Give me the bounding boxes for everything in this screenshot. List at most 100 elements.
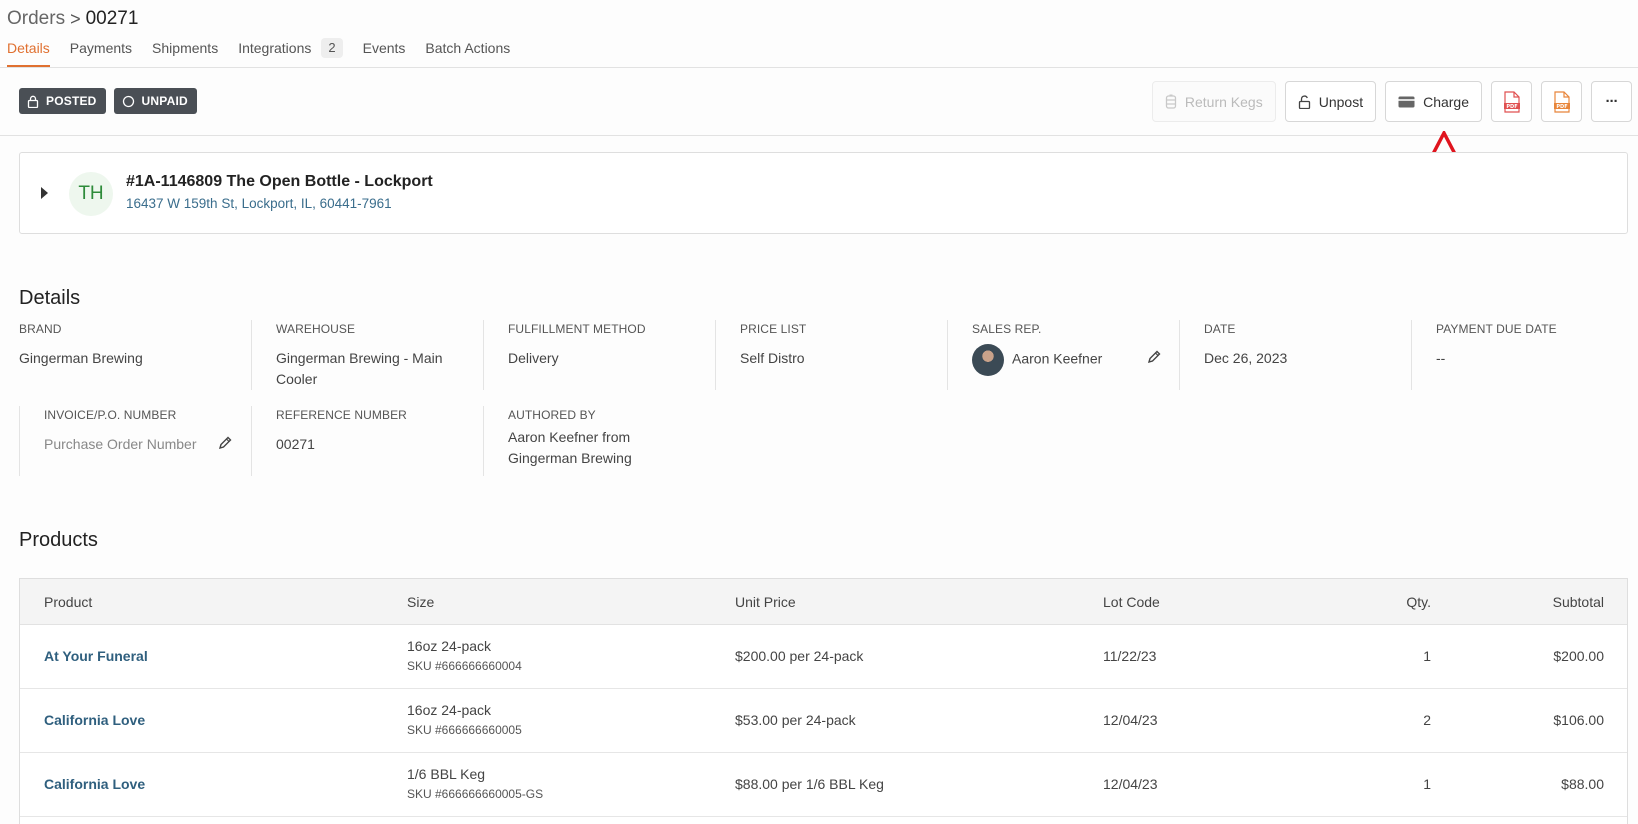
edit-pencil-icon[interactable] (1147, 350, 1161, 364)
field-value: Self Distro (740, 350, 805, 366)
button-label: Return Kegs (1184, 93, 1263, 110)
divider (19, 406, 20, 476)
fulfillment-method-field: FULFILLMENT METHOD Delivery (508, 322, 740, 369)
table-row[interactable]: California Love 1/6 BBL Keg SKU #6666666… (20, 753, 1627, 817)
tab-bar: Details Payments Shipments Integrations 2… (7, 38, 530, 67)
customer-card[interactable]: TH #1A-1146809 The Open Bottle - Lockpor… (19, 152, 1628, 234)
field-label: AUTHORED BY (508, 408, 596, 422)
charge-button[interactable]: Charge (1385, 81, 1482, 122)
field-value: 00271 (276, 436, 315, 452)
divider (483, 320, 484, 390)
keg-icon (1165, 94, 1177, 109)
edit-pencil-icon[interactable] (218, 436, 232, 450)
field-value: Aaron Keefner from Gingerman Brewing (508, 429, 632, 466)
unit-price: $200.00 per 24-pack (735, 648, 864, 664)
po-number-input[interactable]: Purchase Order Number (44, 434, 234, 455)
field-label: INVOICE/P.O. NUMBER (44, 408, 177, 422)
column-header-lot-code[interactable]: Lot Code (1103, 594, 1160, 610)
unlock-icon (1298, 94, 1310, 109)
divider (251, 320, 252, 390)
reference-number-field: REFERENCE NUMBER 00271 (276, 408, 508, 455)
tab-details[interactable]: Details (7, 40, 50, 67)
lot-code: 12/04/23 (1103, 776, 1158, 792)
table-header: Product Size Unit Price Lot Code Qty. Su… (20, 579, 1627, 625)
field-value: Dec 26, 2023 (1204, 350, 1288, 366)
button-label: Charge (1423, 93, 1469, 110)
unpost-button[interactable]: Unpost (1284, 81, 1377, 122)
more-icon: ··· (1605, 93, 1619, 110)
count-badge: 2 (321, 38, 343, 58)
svg-text:PDF: PDF (1556, 104, 1567, 110)
product-link[interactable]: California Love (44, 712, 145, 728)
breadcrumb-orders-link[interactable]: Orders (7, 8, 65, 30)
field-label: DATE (1204, 322, 1236, 336)
divider (1179, 320, 1180, 390)
product-link[interactable]: California Love (44, 776, 145, 792)
price-list-field: PRICE LIST Self Distro (740, 322, 972, 369)
divider (0, 67, 1638, 68)
subtotal: $106.00 (1553, 712, 1604, 728)
pdf-download-button[interactable]: PDF (1491, 81, 1532, 122)
customer-name: #1A-1146809 The Open Bottle - Lockport (126, 173, 433, 190)
date-field: DATE Dec 26, 2023 (1204, 322, 1436, 369)
divider (1411, 320, 1412, 390)
more-options-button[interactable]: ··· (1591, 81, 1632, 122)
pdf-export-button[interactable]: PDF (1541, 81, 1582, 122)
table-row[interactable]: California Love 16oz 24-pack SKU #666666… (20, 689, 1627, 753)
field-label: PRICE LIST (740, 322, 807, 336)
table-row[interactable]: At Your Funeral 16oz 24-pack SKU #666666… (20, 625, 1627, 689)
quantity: 1 (1423, 648, 1431, 664)
tab-label: Batch Actions (425, 40, 511, 56)
svg-text:PDF: PDF (1506, 104, 1517, 110)
divider (947, 320, 948, 390)
authored-by-field: AUTHORED BY Aaron Keefner from Gingerman… (508, 408, 648, 469)
column-header-qty[interactable]: Qty. (1406, 594, 1431, 610)
tab-label: Shipments (152, 40, 219, 56)
pdf-file-icon: PDF (1503, 90, 1520, 113)
divider (483, 406, 484, 476)
page-title: 00271 (85, 8, 139, 29)
invoice-po-field[interactable]: INVOICE/P.O. NUMBER Purchase Order Numbe… (44, 408, 234, 455)
field-value: Delivery (508, 350, 559, 366)
field-label: WAREHOUSE (276, 322, 356, 336)
product-size: 16oz 24-pack (407, 638, 492, 654)
quantity: 2 (1423, 712, 1431, 728)
divider (715, 320, 716, 390)
subtotal: $88.00 (1561, 776, 1604, 792)
field-label: BRAND (19, 322, 62, 336)
status-label: POSTED (46, 94, 97, 108)
status-label: UNPAID (141, 94, 188, 108)
column-header-size[interactable]: Size (407, 594, 434, 610)
quantity: 1 (1423, 776, 1431, 792)
tab-payments[interactable]: Payments (70, 40, 132, 66)
field-label: PAYMENT DUE DATE (1436, 322, 1557, 336)
credit-card-icon (1398, 96, 1415, 107)
products-heading: Products (19, 529, 98, 551)
product-link[interactable]: At Your Funeral (44, 648, 148, 664)
column-header-unit-price[interactable]: Unit Price (735, 594, 796, 610)
status-badge-unpaid: UNPAID (113, 88, 197, 114)
tab-integrations[interactable]: Integrations 2 (238, 38, 343, 66)
product-size: 16oz 24-pack (407, 702, 492, 718)
tab-batch-actions[interactable]: Batch Actions (425, 40, 510, 66)
button-label: Unpost (1318, 93, 1364, 110)
tab-shipments[interactable]: Shipments (152, 40, 218, 66)
unit-price: $53.00 per 24-pack (735, 712, 856, 728)
payment-due-date-field: PAYMENT DUE DATE -- (1436, 322, 1638, 369)
unit-price: $88.00 per 1/6 BBL Keg (735, 776, 884, 792)
action-toolbar: Return Kegs Unpost Charge PDF PDF ··· (1151, 81, 1632, 122)
tab-label: Payments (69, 40, 133, 56)
tab-label: Events (362, 40, 406, 56)
lock-icon (27, 95, 39, 108)
customer-address[interactable]: 16437 W 159th St, Lockport, IL, 60441-79… (126, 196, 392, 211)
details-heading: Details (19, 287, 81, 309)
product-sku: SKU #666666660005-GS (407, 787, 544, 801)
warehouse-field: WAREHOUSE Gingerman Brewing - Main Coole… (276, 322, 476, 390)
expand-caret-icon[interactable] (41, 187, 48, 199)
tab-events[interactable]: Events (363, 40, 406, 66)
circle-icon (122, 95, 134, 107)
return-kegs-button[interactable]: Return Kegs (1151, 81, 1276, 122)
customer-avatar: TH (69, 172, 113, 216)
column-header-subtotal[interactable]: Subtotal (1553, 594, 1604, 610)
column-header-product[interactable]: Product (44, 594, 92, 610)
